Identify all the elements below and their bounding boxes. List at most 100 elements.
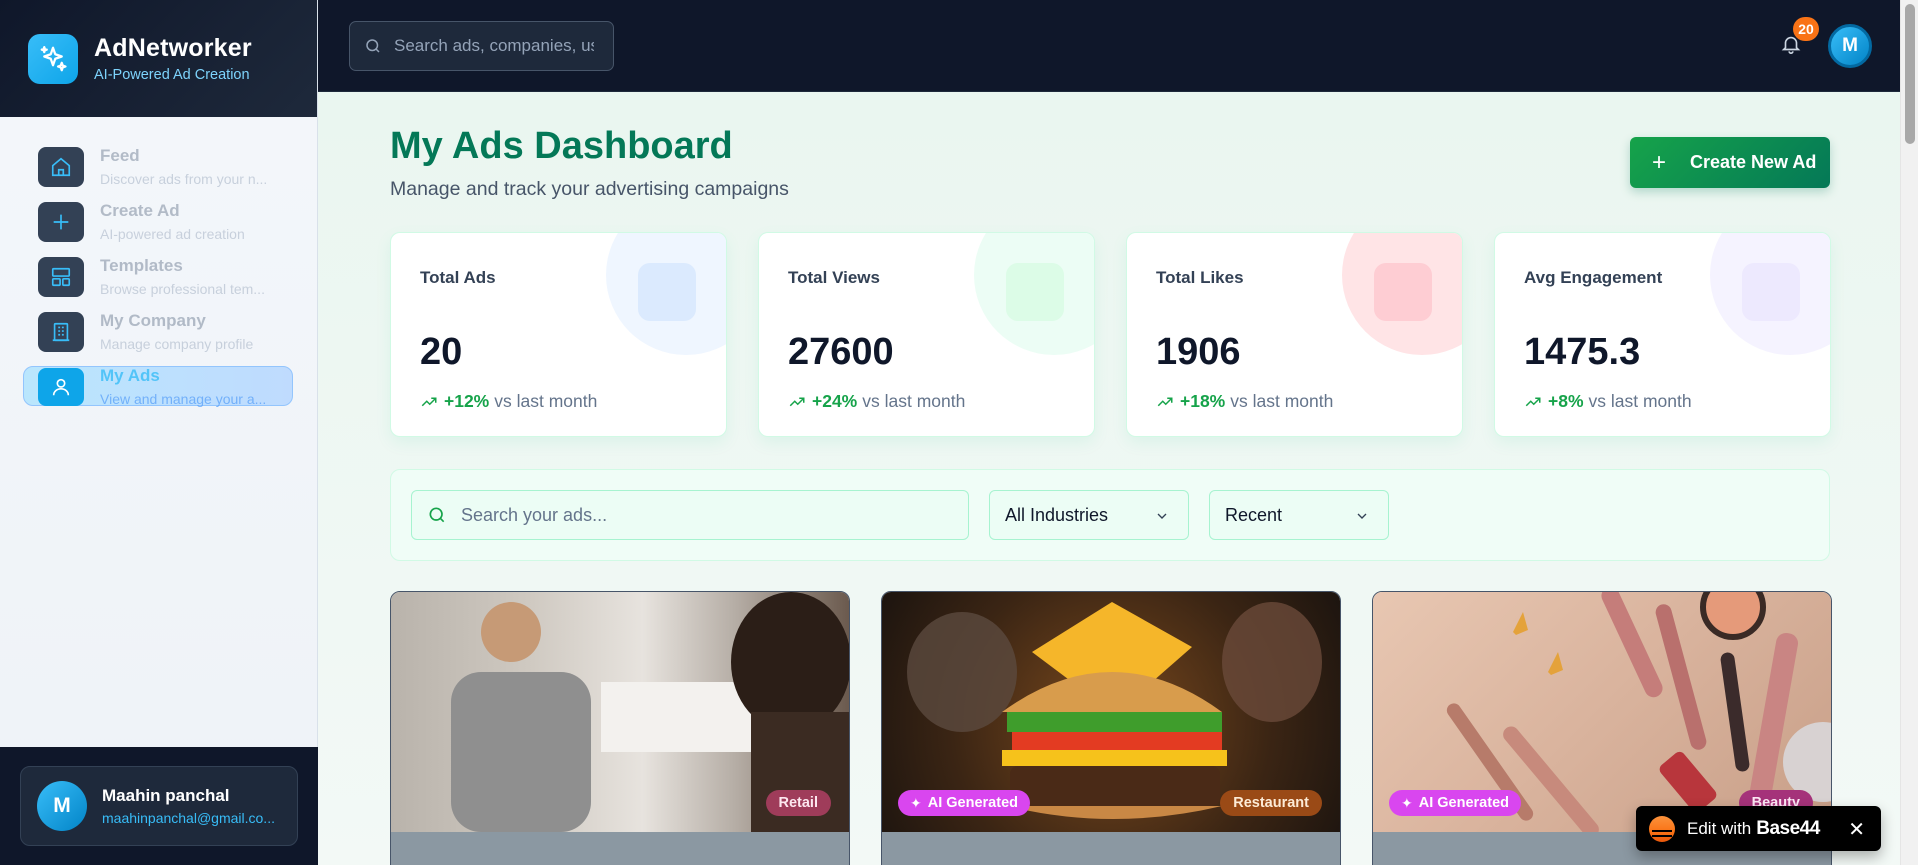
sort-select-value: Recent [1225,504,1283,525]
page-title: My Ads Dashboard [390,125,733,167]
building-icon [38,311,84,352]
stat-trend: +18% vs last month [1156,391,1333,412]
sidebar-item-feed[interactable]: Feed Discover ads from your n... [0,139,317,194]
base44-brand: Base44 [1756,817,1820,839]
sidebar-item-description: Browse professional tem... [100,281,265,297]
close-icon[interactable]: ✕ [1848,817,1865,842]
user-name: Maahin panchal [102,786,230,805]
sparkles-icon: ✦ [910,794,922,811]
filter-bar: All Industries Recent [390,469,1830,561]
stat-change: +18% [1180,391,1226,411]
avatar: M [37,781,87,831]
stat-trend: +12% vs last month [420,391,597,412]
stat-change-suffix: vs last month [1230,391,1334,411]
ads-search-input[interactable] [461,504,941,526]
stat-card-avg-engagement: Avg Engagement 1475.3 +8% vs last month [1494,232,1831,437]
sidebar-item-description: Discover ads from your n... [100,171,268,187]
sidebar: AdNetworker AI-Powered Ad Creation Feed … [0,0,318,865]
sidebar-item-create-ad[interactable]: Create Ad AI-powered ad creation [0,194,317,249]
sidebar-nav: Feed Discover ads from your n... Create … [0,117,317,414]
ad-card[interactable]: ✦ AI Generated Restaurant [881,591,1341,865]
industry-badge: Restaurant [1220,790,1322,816]
stat-value: 27600 [788,331,894,373]
sort-select[interactable]: Recent [1209,490,1389,540]
trending-up-icon [1157,397,1173,406]
edit-with-base44-button[interactable]: Edit with Base44 ✕ [1636,806,1881,851]
stat-change: +24% [812,391,858,411]
chevron-down-icon [1357,513,1367,519]
global-search-input[interactable] [394,36,594,56]
brand-header[interactable]: AdNetworker AI-Powered Ad Creation [0,0,317,117]
stat-trend: +24% vs last month [788,391,965,412]
create-new-ad-label: Create New Ad [1690,152,1817,172]
layout-icon [38,256,84,297]
home-icon [38,146,84,187]
stat-change-suffix: vs last month [1588,391,1692,411]
create-new-ad-button[interactable]: + Create New Ad [1630,137,1830,188]
stat-icon-tile [1742,263,1800,321]
sidebar-item-label: My Ads [100,366,160,385]
ad-image: Retail [391,592,849,832]
search-icon [429,507,445,523]
ad-image: ✦ AI Generated Restaurant [882,592,1340,832]
stat-label: Total Ads [420,268,496,287]
top-bar: 20 M [318,0,1900,92]
sidebar-item-description: AI-powered ad creation [100,226,245,242]
base44-prefix: Edit with [1687,818,1752,838]
stat-icon-tile [1374,263,1432,321]
trending-up-icon [789,397,805,406]
sidebar-footer: M Maahin panchal maahinpanchal@gmail.co.… [0,747,318,865]
stat-icon-tile [638,263,696,321]
scrollbar-thumb[interactable] [1905,4,1915,144]
stat-change-suffix: vs last month [494,391,598,411]
notification-badge: 20 [1793,17,1819,41]
user-icon [38,367,84,406]
stat-label: Total Views [788,268,880,287]
ai-generated-badge: ✦ AI Generated [1389,790,1521,816]
stat-card-total-ads: Total Ads 20 +12% vs last month [390,232,727,437]
sidebar-item-my-company[interactable]: My Company Manage company profile [0,304,317,359]
global-search[interactable] [349,21,614,71]
sidebar-item-label: Create Ad [100,201,180,220]
sidebar-item-description: View and manage your a... [100,391,267,407]
ads-search[interactable] [411,490,969,540]
stat-value: 1475.3 [1524,331,1641,373]
stat-value: 20 [420,331,463,373]
sidebar-item-description: Manage company profile [100,336,254,352]
brand-tagline: AI-Powered Ad Creation [94,67,250,83]
stat-change: +8% [1548,391,1584,411]
ai-generated-badge: ✦ AI Generated [898,790,1030,816]
industry-select-value: All Industries [1005,504,1109,525]
sparkles-logo-icon [28,33,78,84]
industry-badge: Retail [765,790,831,816]
user-email: maahinpanchal@gmail.co... [102,810,275,826]
chevron-down-icon [1157,513,1167,519]
stat-value: 1906 [1156,331,1241,373]
plus-icon [38,201,84,242]
trending-up-icon [421,397,437,406]
sidebar-item-label: My Company [100,311,206,330]
stat-card-total-views: Total Views 27600 +24% vs last month [758,232,1095,437]
industry-select[interactable]: All Industries [989,490,1189,540]
ad-card[interactable]: Retail [390,591,850,865]
brand-name: AdNetworker [94,34,252,62]
stat-icon-tile [1006,263,1064,321]
trending-up-icon [1525,397,1541,406]
plus-icon: + [1652,148,1667,176]
sidebar-item-templates[interactable]: Templates Browse professional tem... [0,249,317,304]
page-subtitle: Manage and track your advertising campai… [390,178,789,200]
stat-label: Avg Engagement [1524,268,1663,287]
stat-card-total-likes: Total Likes 1906 +18% vs last month [1126,232,1463,437]
stat-trend: +8% vs last month [1524,391,1692,412]
search-icon [366,39,380,53]
sidebar-item-label: Templates [100,256,183,275]
stat-change: +12% [444,391,490,411]
sidebar-item-my-ads[interactable]: My Ads View and manage your a... [0,359,317,414]
sidebar-item-label: Feed [100,146,140,165]
main-content: My Ads Dashboard Manage and track your a… [318,92,1900,865]
user-avatar-button[interactable]: M [1828,24,1872,68]
user-profile-card[interactable]: M Maahin panchal maahinpanchal@gmail.co.… [20,766,298,846]
sparkles-icon: ✦ [1401,794,1413,811]
stat-label: Total Likes [1156,268,1244,287]
page-scrollbar[interactable] [1900,0,1918,865]
